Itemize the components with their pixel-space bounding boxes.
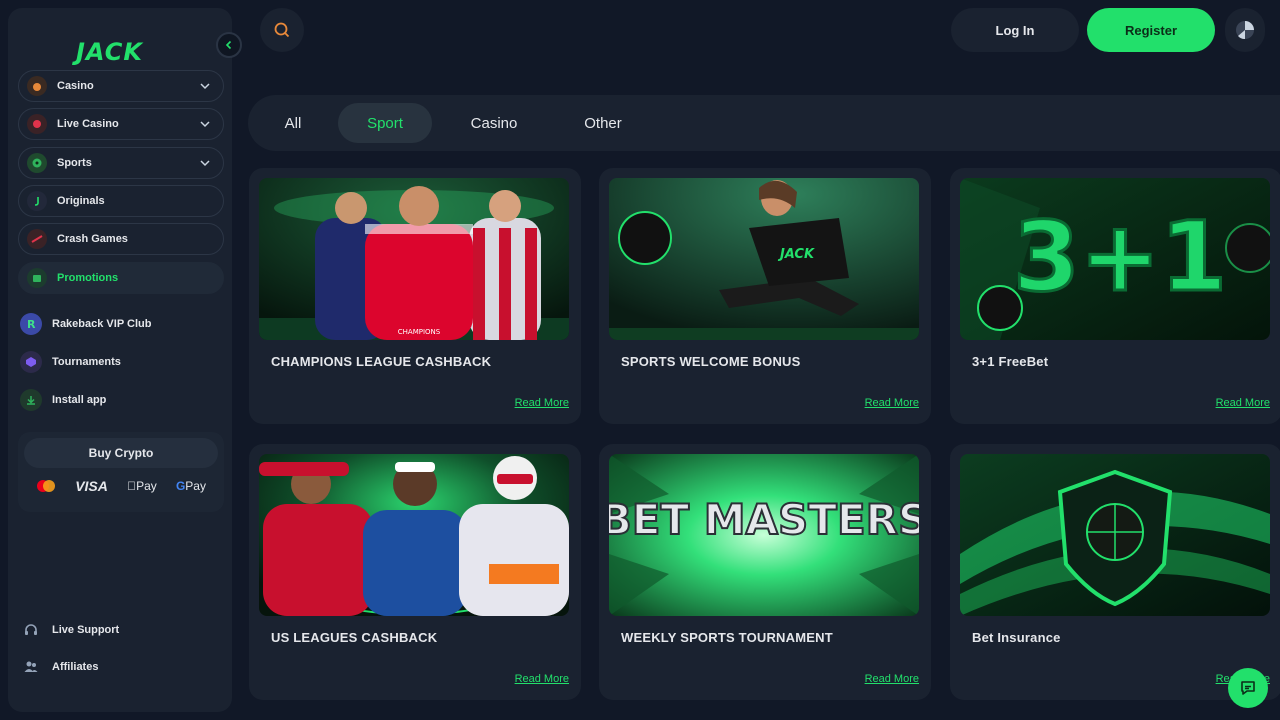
originals-icon [27, 191, 47, 211]
apple-pay-logo: Pay [127, 479, 157, 493]
tab-other[interactable]: Other [558, 103, 648, 143]
buy-crypto-button[interactable]: Buy Crypto [24, 438, 218, 468]
sidebar: JACK Casino Live Casino Sports Originals [8, 8, 242, 712]
promotions-icon [27, 268, 47, 288]
login-button[interactable]: Log In [951, 8, 1079, 52]
mastercard-icon [37, 480, 55, 492]
globe-icon [1236, 21, 1254, 40]
sidebar-item-label: Casino [57, 80, 94, 92]
promo-title: WEEKLY SPORTS TOURNAMENT [621, 630, 833, 645]
promotion-category-tabs: All Sport Casino Other [248, 95, 1280, 151]
sidebar-item-label: Promotions [57, 272, 119, 284]
promo-image-sports-welcome: JACK [609, 178, 919, 340]
affiliates-icon [20, 656, 42, 678]
google-pay-logo: GPay [176, 479, 206, 493]
google-g-icon: G [175, 479, 186, 493]
promo-image-champions-league: CHAMPIONS [259, 178, 569, 340]
sidebar-item-label: Rakeback VIP Club [52, 318, 152, 330]
sidebar-item-promotions[interactable]: Promotions [18, 262, 224, 294]
promo-image-3plus1-freebet: 3+1 [960, 178, 1270, 340]
sidebar-item-label: Install app [52, 394, 107, 406]
tab-sport[interactable]: Sport [338, 103, 432, 143]
sidebar-item-install-app[interactable]: Install app [20, 386, 106, 414]
search-icon [274, 22, 290, 38]
promo-card[interactable]: US LEAGUES CASHBACK Read More [249, 444, 581, 700]
promo-image-bet-insurance [960, 454, 1270, 616]
promo-card[interactable]: 3+1 3+1 FreeBet Read More [950, 168, 1280, 424]
tab-casino[interactable]: Casino [448, 103, 540, 143]
sidebar-item-label: Live Casino [57, 118, 119, 130]
chevron-down-icon [200, 83, 210, 90]
sidebar-item-live-casino[interactable]: Live Casino [18, 108, 224, 140]
tab-all[interactable]: All [268, 103, 318, 143]
visa-logo: VISA [75, 478, 108, 494]
jack-logo[interactable]: JACK [76, 38, 143, 66]
sidebar-item-label: Affiliates [52, 661, 99, 673]
sidebar-item-rakeback-vip[interactable]: R Rakeback VIP Club [20, 310, 151, 338]
promo-card[interactable]: Bet Insurance Read More [950, 444, 1280, 700]
apple-pay-label: Pay [133, 479, 157, 493]
read-more-link[interactable]: Read More [1216, 397, 1270, 409]
sidebar-item-casino[interactable]: Casino [18, 70, 224, 102]
chevron-down-icon [200, 160, 210, 167]
svg-text:CHAMPIONS: CHAMPIONS [398, 328, 441, 336]
svg-text:JACK: JACK [777, 247, 815, 262]
rakeback-icon: R [20, 313, 42, 335]
tournaments-icon [20, 351, 42, 373]
sidebar-item-affiliates[interactable]: Affiliates [20, 653, 98, 681]
svg-text:R: R [27, 318, 36, 331]
language-selector[interactable] [1225, 8, 1265, 52]
crash-games-icon [27, 229, 47, 249]
chevron-down-icon [200, 121, 210, 128]
casino-icon [27, 76, 47, 96]
sidebar-item-label: Sports [57, 157, 92, 169]
read-more-link[interactable]: Read More [865, 673, 919, 685]
payment-methods: VISA Pay GPay [36, 478, 206, 494]
sidebar-item-label: Crash Games [57, 233, 128, 245]
live-chat-button[interactable] [1228, 668, 1268, 708]
sidebar-item-sports[interactable]: Sports [18, 147, 224, 179]
chevron-left-icon [225, 40, 232, 50]
sidebar-item-crash-games[interactable]: Crash Games [18, 223, 224, 255]
read-more-link[interactable]: Read More [515, 397, 569, 409]
promo-card[interactable]: BET MASTERS WEEKLY SPORTS TOURNAMENT Rea… [599, 444, 931, 700]
apple-icon:  [127, 479, 136, 493]
register-button[interactable]: Register [1087, 8, 1215, 52]
image-text-3plus1: 3+1 [1013, 201, 1227, 313]
sidebar-item-label: Originals [57, 195, 105, 207]
live-casino-icon [27, 114, 47, 134]
sidebar-item-label: Live Support [52, 624, 120, 636]
sidebar-item-tournaments[interactable]: Tournaments [20, 348, 121, 376]
promo-image-bet-masters: BET MASTERS [609, 454, 919, 616]
chat-icon [1241, 681, 1255, 695]
read-more-link[interactable]: Read More [865, 397, 919, 409]
buy-crypto-panel: Buy Crypto VISA Pay GPay [18, 432, 224, 512]
promo-title: CHAMPIONS LEAGUE CASHBACK [271, 354, 492, 369]
promo-title: Bet Insurance [972, 630, 1061, 645]
read-more-link[interactable]: Read More [515, 673, 569, 685]
promo-title: 3+1 FreeBet [972, 354, 1049, 369]
headset-icon [20, 619, 42, 641]
sidebar-item-label: Tournaments [52, 356, 121, 368]
sports-icon [27, 153, 47, 173]
promo-image-us-leagues [259, 454, 569, 616]
promo-card[interactable]: CHAMPIONS CHAMPIONS LEAGUE CASHBACK Read… [249, 168, 581, 424]
promo-title: SPORTS WELCOME BONUS [621, 354, 801, 369]
search-button[interactable] [260, 8, 304, 52]
install-app-icon [20, 389, 42, 411]
sidebar-collapse-button[interactable] [216, 32, 242, 58]
promo-card[interactable]: JACK SPORTS WELCOME BONUS Read More [599, 168, 931, 424]
sidebar-item-originals[interactable]: Originals [18, 185, 224, 217]
google-pay-label: Pay [185, 479, 206, 493]
sidebar-item-live-support[interactable]: Live Support [20, 616, 119, 644]
image-text-bet: BET MASTERS [609, 495, 919, 544]
promo-title: US LEAGUES CASHBACK [271, 630, 438, 645]
